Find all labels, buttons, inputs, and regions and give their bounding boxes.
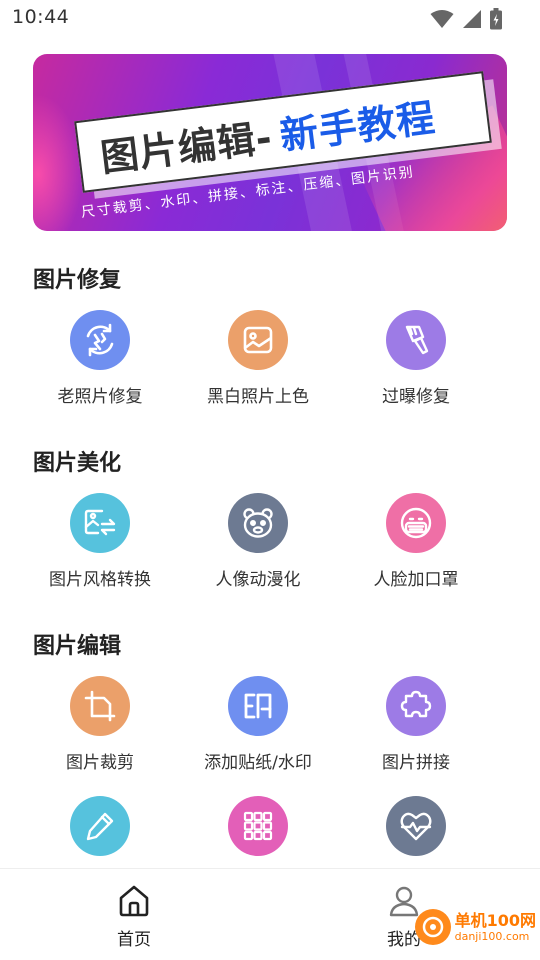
item-label: 图片裁剪 — [66, 753, 134, 773]
item-label: 老照片修复 — [57, 387, 143, 407]
battery-icon — [490, 8, 502, 30]
home-icon — [119, 885, 149, 917]
add-sticker-watermark-button[interactable]: 添加贴纸/水印 — [168, 676, 348, 773]
grid-collage-button[interactable] — [168, 796, 348, 856]
item-label: 添加贴纸/水印 — [204, 753, 312, 773]
anime-portrait-button[interactable]: 人像动漫化 — [168, 493, 348, 590]
image-stitch-button[interactable]: 图片拼接 — [326, 676, 506, 773]
overexposure-fix-button[interactable]: 过曝修复 — [326, 310, 506, 407]
face-mask-button[interactable]: 人脸加口罩 — [326, 493, 506, 590]
site-watermark: 单机100网 danji100.com — [414, 909, 536, 945]
annotate-button[interactable] — [10, 796, 190, 856]
watermark-name: 单机100网 — [454, 910, 536, 930]
health-check-button[interactable] — [326, 796, 506, 856]
anime-face-icon — [228, 493, 288, 553]
style-transfer-button[interactable]: 图片风格转换 — [10, 493, 190, 590]
watermark-url: danji100.com — [454, 929, 530, 943]
banner-glow — [33, 94, 83, 231]
face-mask-icon — [386, 493, 446, 553]
old-photo-restore-button[interactable]: 老照片修复 — [10, 310, 190, 407]
item-label: 图片风格转换 — [49, 570, 151, 590]
item-label: 人像动漫化 — [215, 570, 301, 590]
item-label: 图片拼接 — [382, 753, 450, 773]
watermark-text: 单机100网 danji100.com — [454, 910, 536, 943]
status-icons — [430, 8, 502, 30]
stamp-icon — [228, 676, 288, 736]
nav-home-label: 首页 — [117, 930, 151, 950]
item-label: 人脸加口罩 — [373, 570, 459, 590]
status-bar: 10:44 — [0, 0, 540, 36]
item-label: 过曝修复 — [382, 387, 450, 407]
brush-icon — [386, 310, 446, 370]
nav-home[interactable]: 首页 — [94, 883, 174, 950]
section-title-beautify: 图片美化 — [33, 451, 122, 476]
photo-restore-icon — [70, 310, 130, 370]
pencil-icon — [70, 796, 130, 856]
wifi-icon — [430, 10, 454, 28]
colorize-photo-button[interactable]: 黑白照片上色 — [168, 310, 348, 407]
cell-signal-icon — [463, 10, 481, 28]
crop-icon — [70, 676, 130, 736]
grid-icon — [228, 796, 288, 856]
banner-title-accent: 新手教程 — [277, 95, 438, 158]
heart-pulse-icon — [386, 796, 446, 856]
bottom-nav: 首页 我的 单机100网 danji100.com — [0, 868, 540, 960]
image-crop-button[interactable]: 图片裁剪 — [10, 676, 190, 773]
style-transfer-icon — [70, 493, 130, 553]
section-title-edit: 图片编辑 — [33, 634, 122, 659]
tutorial-banner[interactable]: 图片编辑- 新手教程 尺寸裁剪、水印、拼接、标注、压缩、图片识别 — [33, 54, 507, 231]
status-time: 10:44 — [12, 6, 70, 28]
watermark-logo-icon — [414, 909, 451, 945]
puzzle-icon — [386, 676, 446, 736]
item-label: 黑白照片上色 — [207, 387, 309, 407]
banner-title: 图片编辑- — [98, 115, 275, 180]
section-title-repair: 图片修复 — [33, 268, 122, 293]
image-colorize-icon — [228, 310, 288, 370]
